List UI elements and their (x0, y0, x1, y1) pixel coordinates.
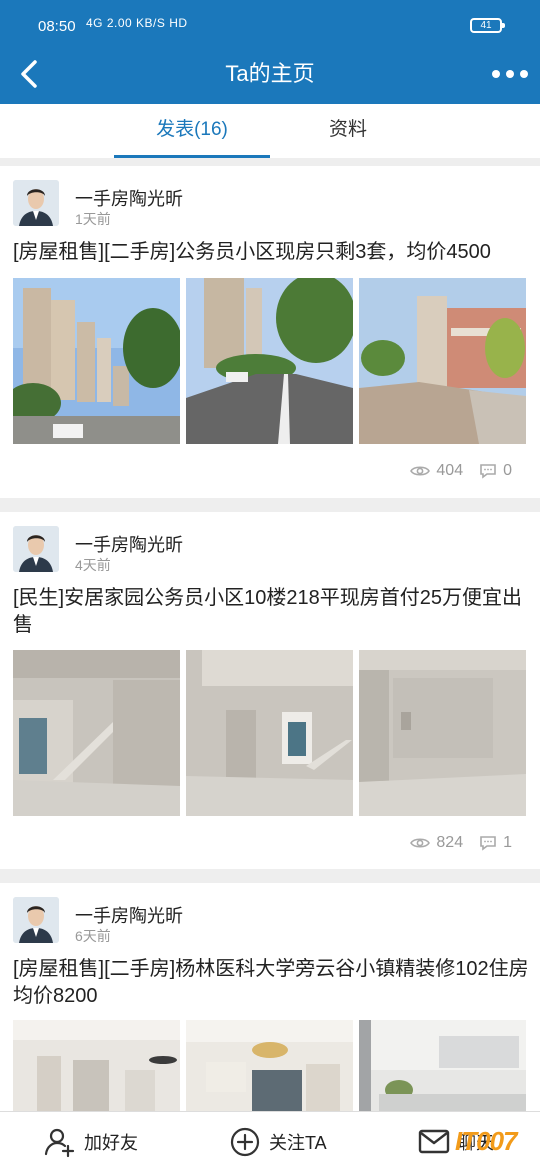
author-name[interactable]: 一手房陶光昕 (75, 902, 183, 928)
post-time: 4天前 (75, 557, 111, 573)
post-image[interactable] (13, 650, 180, 816)
comment-icon (480, 836, 496, 851)
site-watermark: IT007 (455, 1126, 517, 1156)
post-title[interactable]: [房屋租售][二手房]杨林医科大学旁云谷小镇精装修102住房均价8200 (13, 956, 529, 1010)
eye-icon (410, 466, 431, 476)
add-friend-label: 加好友 (84, 1132, 138, 1153)
comment-icon (480, 464, 496, 479)
status-bar: 08:50 4G 2.00 KB/S HD 41 (0, 0, 540, 44)
follow-label: 关注TA (269, 1132, 327, 1153)
author-name[interactable]: 一手房陶光昕 (75, 531, 183, 557)
back-button[interactable] (14, 58, 46, 90)
post-image[interactable] (359, 278, 526, 444)
network-indicator: 4G 2.00 KB/S HD (86, 16, 188, 30)
plus-circle-icon (230, 1127, 260, 1156)
post-image[interactable] (13, 1020, 180, 1111)
post-card[interactable]: 一手房陶光昕 4天前 [民生]安居家园公务员小区10楼218平现房首付25万便宜… (0, 512, 540, 869)
post-title[interactable]: [房屋租售][二手房]公务员小区现房只剩3套，均价4500 (13, 239, 529, 266)
view-count: 824 (436, 834, 464, 851)
post-stats: 824 1 (410, 834, 512, 852)
tab-posts[interactable]: 发表(16) (114, 104, 270, 158)
post-image[interactable] (359, 650, 526, 816)
tab-profile[interactable]: 资料 (270, 104, 426, 158)
more-dots-icon (492, 70, 528, 78)
post-time: 1天前 (75, 211, 111, 227)
post-image[interactable] (186, 1020, 353, 1111)
comment-count: 0 (503, 462, 512, 479)
post-image[interactable] (186, 650, 353, 816)
post-time: 6天前 (75, 928, 111, 944)
avatar[interactable] (13, 180, 59, 226)
author-name[interactable]: 一手房陶光昕 (75, 185, 183, 211)
post-card[interactable]: 一手房陶光昕 1天前 [房屋租售][二手房]公务员小区现房只剩3套，均价4500… (0, 166, 540, 498)
status-time: 08:50 (38, 18, 76, 35)
post-image[interactable] (186, 278, 353, 444)
battery-icon: 41 (470, 18, 505, 33)
post-image[interactable] (13, 278, 180, 444)
post-title[interactable]: [民生]安居家园公务员小区10楼218平现房首付25万便宜出售 (13, 585, 529, 639)
post-card[interactable]: 一手房陶光昕 6天前 [房屋租售][二手房]杨林医科大学旁云谷小镇精装修102住… (0, 883, 540, 1111)
post-stats: 404 0 (410, 462, 512, 480)
post-image[interactable] (359, 1020, 526, 1111)
view-count: 404 (436, 462, 464, 479)
page-title: Ta的主页 (225, 61, 315, 86)
add-friend-button[interactable]: 加好友 (44, 1112, 138, 1170)
mail-icon (418, 1129, 450, 1153)
top-nav-bar: Ta的主页 (0, 44, 540, 104)
follow-button[interactable]: 关注TA (229, 1112, 327, 1170)
eye-icon (410, 838, 431, 848)
comment-count: 1 (503, 834, 512, 851)
avatar[interactable] (13, 526, 59, 572)
avatar[interactable] (13, 897, 59, 943)
add-user-icon (44, 1128, 75, 1157)
chevron-left-icon (21, 60, 37, 88)
profile-tabs: 发表(16) 资料 (0, 104, 540, 158)
more-button[interactable] (490, 62, 530, 86)
